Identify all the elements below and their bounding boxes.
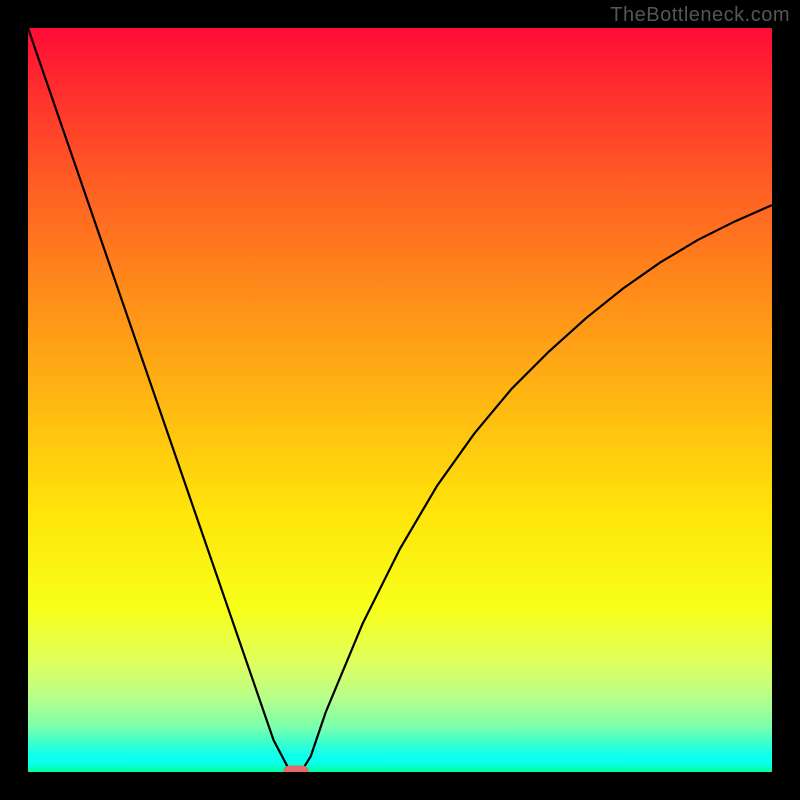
curve-path	[28, 28, 772, 772]
chart-frame: TheBottleneck.com	[0, 0, 800, 800]
watermark-text: TheBottleneck.com	[610, 4, 790, 27]
bottleneck-curve	[28, 28, 772, 772]
optimum-marker	[283, 766, 309, 773]
plot-area	[28, 28, 772, 772]
